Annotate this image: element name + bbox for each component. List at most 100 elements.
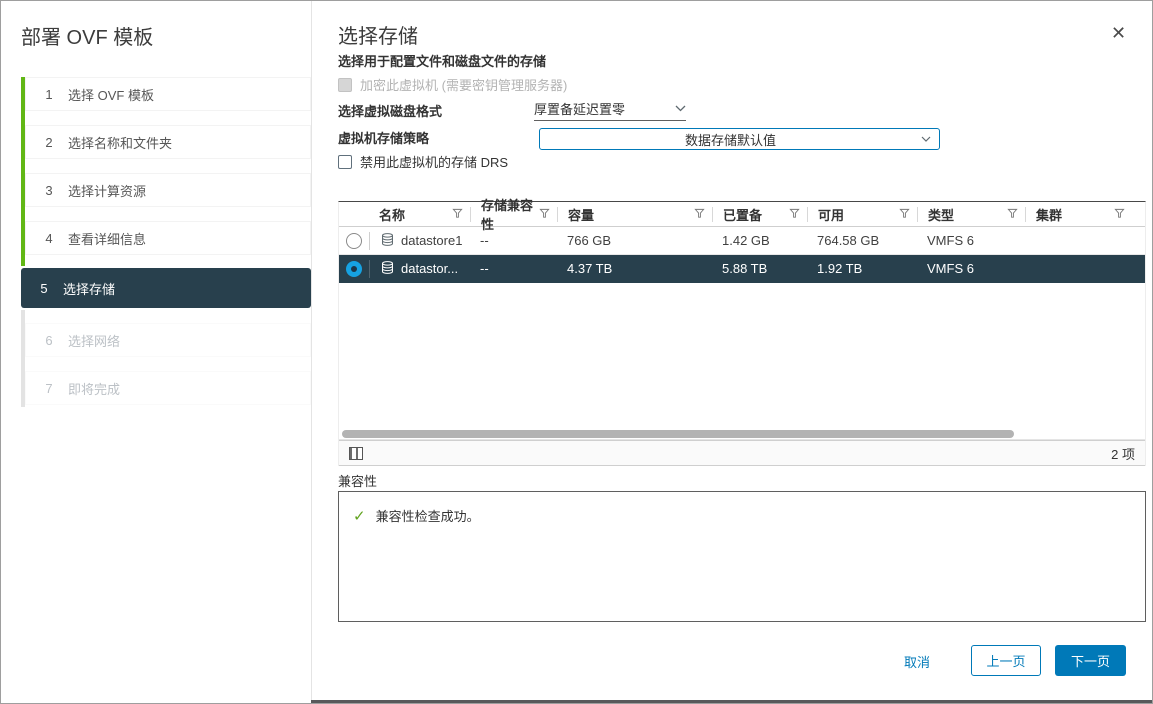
capacity-cell: 766 GB	[567, 233, 612, 248]
compat-cell: --	[480, 233, 489, 248]
step-number: 3	[45, 182, 53, 198]
cluster-cell	[1025, 232, 1132, 250]
column-header-free[interactable]: 可用	[807, 206, 917, 223]
column-label: 存储兼容性	[481, 198, 534, 232]
column-label: 可用	[818, 207, 845, 223]
step-number: 5	[40, 280, 48, 296]
sidebar-step-7: 7 即将完成	[25, 371, 311, 405]
disk-format-value: 厚置备延迟置零	[534, 101, 626, 117]
filter-icon[interactable]	[452, 207, 463, 222]
horizontal-scrollbar[interactable]	[339, 428, 1145, 440]
provisioned-cell: 5.88 TB	[722, 261, 768, 276]
type-cell: VMFS 6	[927, 233, 974, 248]
chevron-down-icon	[921, 136, 931, 142]
disable-drs-checkbox[interactable]	[338, 154, 352, 169]
table-empty-area	[339, 283, 1145, 428]
column-header-compatibility[interactable]: 存储兼容性	[470, 198, 557, 232]
filter-icon[interactable]	[694, 207, 705, 222]
filter-icon[interactable]	[539, 207, 550, 222]
cancel-button[interactable]: 取消	[904, 652, 930, 671]
radio-button-checked[interactable]	[346, 260, 362, 277]
row-radio-cell	[339, 232, 369, 249]
compatibility-message: 兼容性检查成功。	[375, 509, 480, 524]
type-cell: VMFS 6	[927, 261, 974, 276]
free-cell: 764.58 GB	[817, 233, 880, 248]
datastore-name: datastore1	[401, 233, 463, 248]
row-radio-cell	[339, 260, 369, 277]
name-cell: datastore1	[369, 231, 470, 250]
item-count: 2 项	[1111, 446, 1135, 462]
datastore-table: 名称 存储兼容性 容量 已置备 可用 类型 集群 datastore1 -- 7…	[338, 198, 1146, 466]
sidebar-step-3[interactable]: 3 选择计算资源	[25, 173, 311, 207]
disk-format-label: 选择虚拟磁盘格式	[338, 104, 443, 119]
compat-cell: --	[480, 261, 489, 276]
step-label: 选择存储	[63, 281, 116, 297]
step-number: 2	[45, 134, 53, 150]
storage-policy-select[interactable]: 数据存储默认值	[539, 128, 940, 150]
deploy-ovf-dialog: 部署 OVF 模板 1 选择 OVF 模板 2 选择名称和文件夹 3 选择计算资…	[0, 0, 1153, 704]
wizard-sidebar: 部署 OVF 模板 1 选择 OVF 模板 2 选择名称和文件夹 3 选择计算资…	[1, 1, 311, 703]
table-row-datastore2-selected[interactable]: datastor... -- 4.37 TB 5.88 TB 1.92 TB V…	[339, 255, 1145, 283]
disk-format-select[interactable]: 厚置备延迟置零	[534, 96, 686, 121]
datastore-icon	[380, 260, 395, 278]
step-label: 即将完成	[68, 381, 121, 397]
datastore-icon	[380, 232, 395, 250]
success-check-icon: ✓	[353, 507, 366, 525]
step-number: 1	[45, 86, 53, 102]
column-header-name[interactable]: 名称	[369, 207, 470, 223]
column-chooser-icon[interactable]	[349, 446, 363, 460]
table-footer: 2 项	[339, 440, 1145, 466]
cluster-cell	[1025, 260, 1132, 278]
sidebar-step-4[interactable]: 4 查看详细信息	[25, 221, 311, 255]
radio-button[interactable]	[346, 232, 362, 249]
storage-policy-value: 数据存储默认值	[684, 132, 776, 148]
column-label: 容量	[568, 207, 595, 223]
disable-drs-row: 禁用此虚拟机的存储 DRS	[338, 152, 508, 171]
column-label: 已置备	[723, 207, 763, 223]
sidebar-step-6: 6 选择网络	[25, 323, 311, 357]
capacity-cell: 4.37 TB	[567, 261, 613, 276]
next-button[interactable]: 下一页	[1055, 645, 1126, 676]
column-header-provisioned[interactable]: 已置备	[712, 206, 807, 223]
filter-icon[interactable]	[789, 207, 800, 222]
background-app-edge	[311, 700, 1152, 703]
step-number: 4	[45, 230, 53, 246]
chevron-down-icon	[675, 105, 686, 112]
storage-policy-label: 虚拟机存储策略	[338, 131, 430, 146]
compatibility-result: ✓ 兼容性检查成功。	[353, 506, 1145, 525]
column-header-type[interactable]: 类型	[917, 206, 1025, 223]
datastore-name: datastor...	[401, 261, 459, 276]
close-icon[interactable]: ✕	[1111, 23, 1126, 44]
page-title: 选择存储	[338, 26, 418, 48]
sidebar-divider	[311, 1, 312, 703]
name-cell: datastor...	[369, 259, 470, 278]
disable-drs-label: 禁用此虚拟机的存储 DRS	[360, 155, 509, 170]
filter-icon[interactable]	[899, 207, 910, 222]
column-header-capacity[interactable]: 容量	[557, 206, 712, 223]
step-number: 6	[45, 332, 53, 348]
sidebar-step-2[interactable]: 2 选择名称和文件夹	[25, 125, 311, 159]
step-label: 查看详细信息	[68, 231, 147, 247]
encrypt-vm-label: 加密此虚拟机 (需要密钥管理服务器)	[360, 78, 568, 93]
column-header-cluster[interactable]: 集群	[1025, 206, 1132, 223]
scrollbar-thumb[interactable]	[342, 430, 1014, 438]
step-label: 选择 OVF 模板	[68, 87, 154, 103]
step-label: 选择网络	[68, 333, 121, 349]
table-row-datastore1[interactable]: datastore1 -- 766 GB 1.42 GB 764.58 GB V…	[339, 227, 1145, 255]
filter-icon[interactable]	[1007, 207, 1018, 222]
column-label: 名称	[379, 207, 406, 223]
sidebar-step-5-active[interactable]: 5 选择存储	[21, 268, 311, 308]
column-label: 集群	[1036, 207, 1063, 223]
provisioned-cell: 1.42 GB	[722, 233, 770, 248]
filter-icon[interactable]	[1114, 207, 1125, 222]
dialog-title: 部署 OVF 模板	[21, 27, 154, 49]
back-button[interactable]: 上一页	[971, 645, 1041, 676]
free-cell: 1.92 TB	[817, 261, 863, 276]
encrypt-vm-checkbox	[338, 77, 352, 92]
encrypt-vm-row: 加密此虚拟机 (需要密钥管理服务器)	[338, 75, 567, 94]
compatibility-box: ✓ 兼容性检查成功。	[338, 491, 1146, 622]
step-label: 选择名称和文件夹	[68, 135, 173, 151]
step-number: 7	[45, 380, 53, 396]
step-label: 选择计算资源	[68, 183, 147, 199]
sidebar-step-1[interactable]: 1 选择 OVF 模板	[25, 77, 311, 111]
